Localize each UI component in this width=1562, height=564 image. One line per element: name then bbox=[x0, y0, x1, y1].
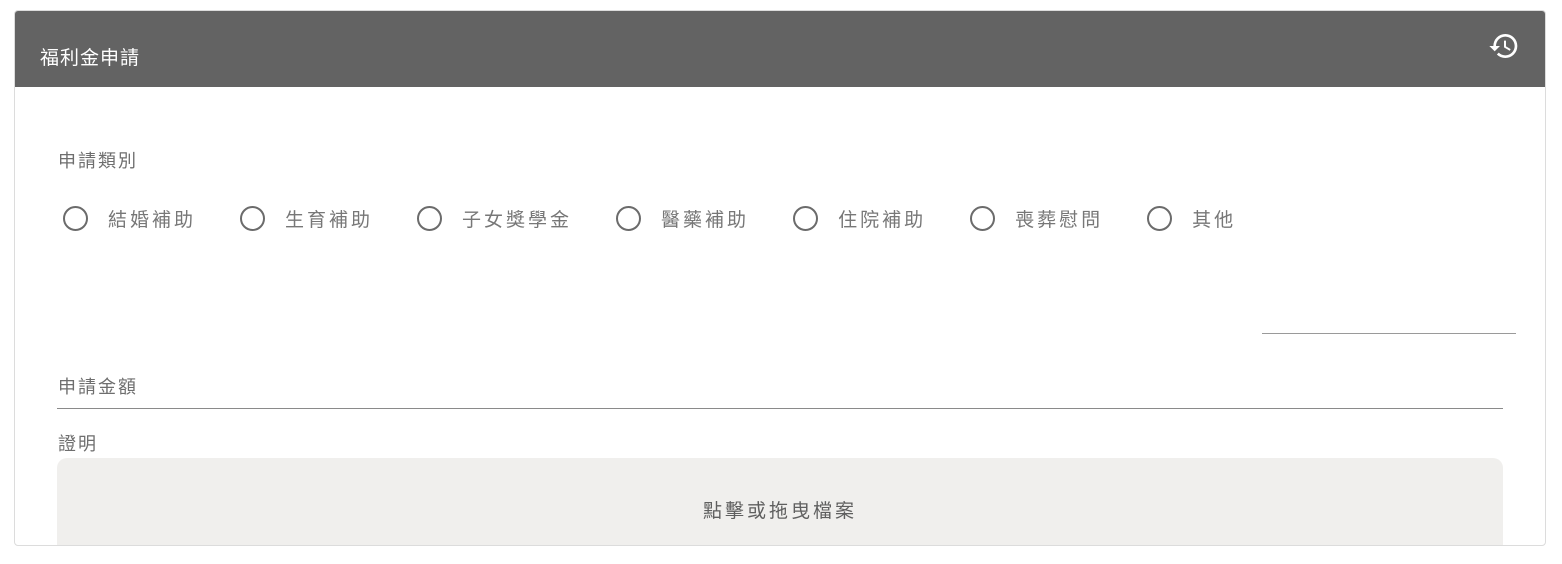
radio-hospitalization[interactable]: 住院補助 bbox=[793, 205, 926, 232]
radio-childbirth[interactable]: 生育補助 bbox=[240, 205, 373, 232]
radio-circle[interactable] bbox=[63, 205, 88, 231]
radio-circle[interactable] bbox=[240, 205, 266, 231]
radio-label: 喪葬慰問 bbox=[1015, 208, 1104, 231]
radio-label: 生育補助 bbox=[285, 208, 374, 231]
radio-circle[interactable] bbox=[616, 205, 642, 231]
page-title: 福利金申請 bbox=[40, 46, 141, 69]
category-radio-group: 結婚補助 生育補助 子女獎學金 醫藥補助 住院補助 喪葬慰問 其他 bbox=[63, 202, 1236, 234]
amount-field[interactable]: 申請金額 bbox=[57, 367, 1503, 409]
radio-label: 醫藥補助 bbox=[661, 208, 750, 231]
welfare-application-card: 福利金申請 申請類別 結婚補助 生育補助 子女獎學金 醫藥補助 住院補助 喪葬慰… bbox=[14, 10, 1546, 546]
proof-label: 證明 bbox=[58, 434, 98, 455]
radio-circle[interactable] bbox=[970, 205, 996, 231]
radio-scholarship[interactable]: 子女獎學金 bbox=[417, 205, 572, 232]
radio-medical[interactable]: 醫藥補助 bbox=[616, 205, 749, 232]
radio-circle[interactable] bbox=[1147, 205, 1173, 231]
history-icon bbox=[1489, 34, 1518, 59]
radio-circle[interactable] bbox=[417, 205, 443, 231]
category-label: 申請類別 bbox=[58, 151, 138, 172]
other-category-input[interactable] bbox=[1262, 305, 1516, 334]
radio-label: 子女獎學金 bbox=[462, 208, 573, 231]
amount-label: 申請金額 bbox=[58, 377, 138, 398]
radio-label: 結婚補助 bbox=[108, 208, 197, 231]
dropzone-text: 點擊或拖曳檔案 bbox=[702, 499, 857, 522]
card-header: 福利金申請 bbox=[15, 11, 1545, 87]
history-button[interactable] bbox=[1487, 29, 1521, 63]
radio-label: 其他 bbox=[1192, 208, 1237, 231]
radio-label: 住院補助 bbox=[838, 208, 927, 231]
radio-funeral[interactable]: 喪葬慰問 bbox=[970, 205, 1103, 232]
radio-marriage[interactable]: 結婚補助 bbox=[63, 205, 196, 232]
file-dropzone[interactable]: 點擊或拖曳檔案 bbox=[57, 458, 1503, 545]
radio-circle[interactable] bbox=[793, 205, 819, 231]
radio-other[interactable]: 其他 bbox=[1147, 205, 1236, 232]
